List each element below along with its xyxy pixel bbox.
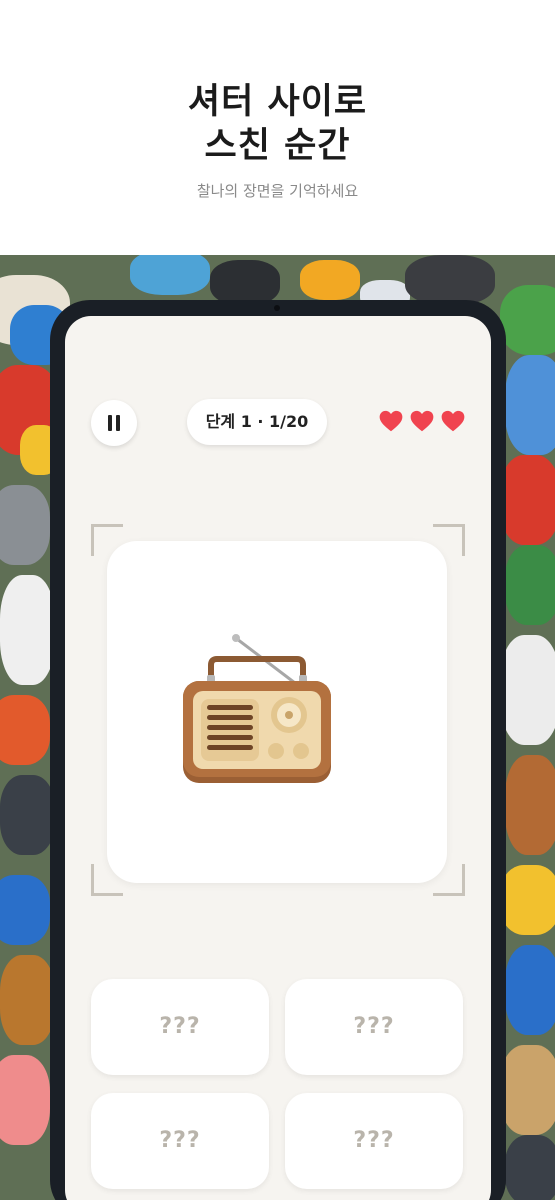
heart-icon <box>378 408 404 434</box>
hero-title: 셔터 사이로 스친 순간 <box>0 80 555 168</box>
game-screen: 단계 1 · 1/20 ??? ??? ??? ??? <box>65 316 491 1200</box>
hero-title-line2: 스친 순간 <box>204 126 351 166</box>
stage-progress-badge: 단계 1 · 1/20 <box>187 399 327 445</box>
answer-choice-4[interactable]: ??? <box>285 1093 463 1189</box>
tablet-device-frame: 단계 1 · 1/20 ??? ??? ??? ??? <box>50 300 506 1200</box>
target-image-card <box>107 541 447 883</box>
lives-indicator <box>378 408 468 434</box>
hero-subtitle: 찰나의 장면을 기억하세요 <box>196 182 359 200</box>
front-camera <box>274 305 280 311</box>
hero-title-line1: 셔터 사이로 <box>187 82 368 122</box>
pause-button[interactable] <box>91 400 137 446</box>
answer-choice-1[interactable]: ??? <box>91 979 269 1075</box>
answer-choice-3[interactable]: ??? <box>91 1093 269 1189</box>
pause-icon <box>107 415 121 431</box>
heart-icon <box>440 408 466 434</box>
hero-section: 셔터 사이로 스친 순간 찰나의 장면을 기억하세요 <box>0 0 555 260</box>
heart-icon <box>409 408 435 434</box>
answer-choice-2[interactable]: ??? <box>285 979 463 1075</box>
vintage-radio-icon <box>183 634 331 783</box>
